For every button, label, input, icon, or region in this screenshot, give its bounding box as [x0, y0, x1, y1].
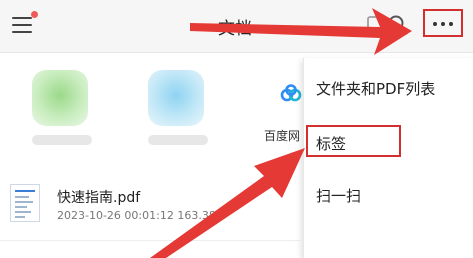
page-title: 文档 [218, 19, 252, 39]
quick-access-app-green[interactable] [32, 70, 88, 126]
quick-access-app-blue[interactable] [148, 70, 204, 126]
more-options-button[interactable] [423, 9, 463, 37]
file-name[interactable]: 快速指南.pdf [57, 187, 140, 207]
app-header: 文档 [0, 0, 473, 53]
partially-hidden-icon[interactable] [366, 14, 384, 36]
pdf-document-icon [10, 184, 40, 222]
baidu-netdisk-icon[interactable] [279, 84, 303, 102]
more-options-dropdown: 文件夹和PDF列表 标签 扫一扫 [303, 58, 473, 258]
menu-line [12, 17, 32, 19]
blurred-label [32, 135, 92, 145]
annotation-arrow-bottom [150, 148, 305, 258]
more-dot [433, 22, 437, 26]
blurred-label [148, 135, 208, 145]
hamburger-menu-button[interactable] [12, 16, 34, 36]
more-dot [449, 22, 453, 26]
tags-highlight-box [306, 125, 401, 157]
doc-line [15, 196, 29, 198]
menu-line [12, 24, 32, 26]
menu-line [12, 31, 32, 33]
doc-line [15, 211, 31, 213]
menu-item-scan[interactable]: 扫一扫 [316, 185, 361, 206]
menu-item-folders-pdf-list[interactable]: 文件夹和PDF列表 [316, 78, 435, 99]
file-meta: 2023-10-26 00:01:12 163.38K [57, 209, 224, 222]
more-dot [441, 22, 445, 26]
list-divider [0, 240, 300, 241]
doc-line [15, 206, 27, 208]
notification-dot [31, 11, 38, 18]
doc-line [15, 201, 33, 203]
doc-line [15, 216, 25, 218]
search-icon[interactable] [387, 14, 409, 36]
doc-line [15, 190, 35, 192]
baidu-netdisk-label[interactable]: 百度网 [264, 127, 300, 144]
